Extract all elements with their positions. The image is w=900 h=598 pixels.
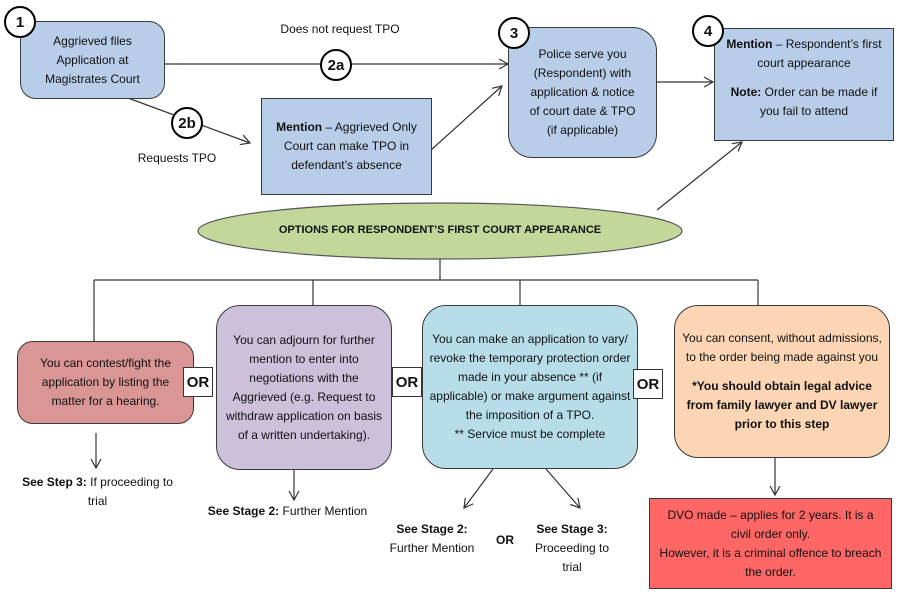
outcome-adjourn: See Stage 2: Further Mention xyxy=(207,504,368,518)
option-consent-box: You can consent, without admissions, to … xyxy=(674,305,890,458)
step-4-box: Mention – Respondent’s first court appea… xyxy=(714,28,894,141)
step-1-box: Aggrieved files Application at Magistrat… xyxy=(20,21,165,99)
option-vary-box: You can make an application to vary/ rev… xyxy=(422,305,638,469)
step-4-badge: 4 xyxy=(692,15,724,47)
or-label-outcome: OR xyxy=(496,533,514,547)
path-2b-label: Requests TPO xyxy=(137,151,217,165)
arrow-vary-right xyxy=(545,468,581,509)
mention-aggrieved-box: Mention – Aggrieved Only Court can make … xyxy=(261,98,432,195)
step-1-badge: 1 xyxy=(4,6,36,38)
or-label-2: OR xyxy=(392,367,422,397)
or-label-3: OR xyxy=(633,369,663,399)
path-2a-label: Does not request TPO xyxy=(280,22,400,36)
arrow-options-to-4 xyxy=(656,141,743,211)
outcome-vary-stage2: See Stage 2: Further Mention xyxy=(389,522,475,555)
arrow-vary-left xyxy=(463,468,494,509)
step-3-box: Police serve you (Respondent) with appli… xyxy=(508,27,657,158)
or-label-1: OR xyxy=(183,367,213,397)
outcome-contest: See Step 3: If proceeding to trial xyxy=(22,475,173,508)
path-2b-badge: 2b xyxy=(171,107,203,139)
path-2a-badge: 2a xyxy=(320,49,352,81)
option-contest-box: You can contest/fight the application by… xyxy=(17,341,194,424)
dvo-outcome-box: DVO made – applies for 2 years. It is a … xyxy=(649,498,892,589)
option-adjourn-box: You can adjourn for further mention to e… xyxy=(216,305,392,470)
step-3-badge: 3 xyxy=(498,17,530,49)
options-title: OPTIONS FOR RESPONDENT’S FIRST COURT APP… xyxy=(278,224,602,236)
arrow-mention-to-3 xyxy=(430,85,503,151)
outcome-vary-stage3: See Stage 3: Proceeding to trial xyxy=(534,522,610,574)
